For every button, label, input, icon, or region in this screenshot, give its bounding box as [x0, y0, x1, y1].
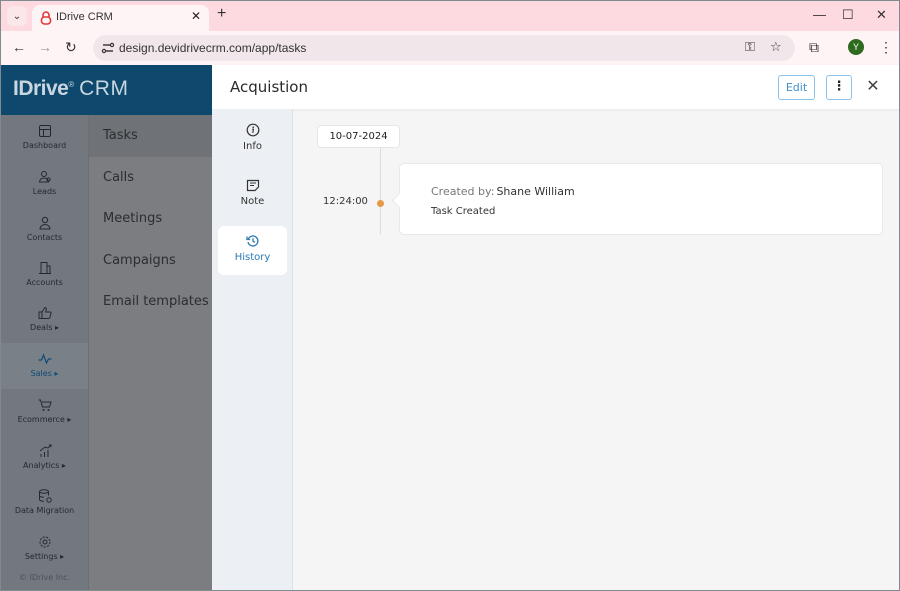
- browser-menu-icon[interactable]: ⋮: [879, 39, 893, 56]
- tab-label: Info: [243, 141, 262, 152]
- sales-subnav: Tasks Calls Meetings Campaigns Email tem…: [89, 115, 212, 590]
- edit-button[interactable]: Edit: [778, 75, 815, 100]
- close-panel-button[interactable]: ✕: [863, 74, 883, 98]
- nav-item-dashboard[interactable]: Dashboard: [1, 123, 88, 167]
- tab-label: Note: [240, 196, 265, 207]
- leads-icon: [38, 171, 51, 183]
- panel-header: Acquistion Edit ⋮ ✕: [212, 65, 899, 109]
- subnav-item-tasks[interactable]: Tasks: [89, 115, 212, 157]
- nav-item-ecommerce[interactable]: Ecommerce ▸: [1, 397, 88, 441]
- minimize-button[interactable]: —: [813, 7, 826, 22]
- password-key-icon[interactable]: ⚿: [745, 40, 755, 55]
- timeline-line: [380, 148, 381, 234]
- task-detail-panel: Acquistion Edit ⋮ ✕ Info Note History 10…: [212, 65, 899, 590]
- subnav-item-campaigns[interactable]: Campaigns: [89, 240, 212, 282]
- nav-label: Data Migration: [14, 506, 75, 515]
- maximize-button[interactable]: ☐: [842, 7, 854, 23]
- profile-initial: Y: [852, 42, 859, 52]
- browser-tab-bar: ⌄ IDrive CRM ✕ + — ☐ ✕: [1, 1, 899, 32]
- profile-avatar[interactable]: Y: [848, 39, 864, 55]
- created-by-label: Created by:: [431, 185, 495, 198]
- nav-label: Dashboard: [22, 141, 67, 150]
- sales-icon: [38, 353, 51, 365]
- subnav-item-email-templates[interactable]: Email templates: [89, 281, 212, 323]
- contacts-icon: [38, 216, 51, 230]
- timeline-dot: [377, 200, 384, 207]
- note-icon: [246, 179, 259, 192]
- address-bar[interactable]: design.devidrivecrm.com/app/tasks ⚿ ☆: [93, 35, 795, 61]
- more-vertical-icon: ⋮: [832, 79, 846, 94]
- event-description: Task Created: [431, 206, 496, 217]
- nav-item-settings[interactable]: Settings ▸: [1, 534, 88, 578]
- event-time: 12:24:00: [323, 196, 368, 207]
- url-text[interactable]: design.devidrivecrm.com/app/tasks: [119, 41, 306, 55]
- nav-label: Ecommerce ▸: [17, 415, 72, 424]
- created-by-name: Shane William: [496, 185, 575, 198]
- detail-side-tabs: Info Note History: [212, 109, 293, 590]
- brand-header: IDrive® CRM: [1, 65, 212, 115]
- nav-item-leads[interactable]: Leads: [1, 169, 88, 213]
- nav-label: Settings ▸: [24, 552, 65, 561]
- history-date: 10-07-2024: [317, 125, 400, 148]
- tab-search-button[interactable]: ⌄: [7, 6, 27, 26]
- tab-note[interactable]: Note: [218, 170, 287, 219]
- accounts-icon: [38, 262, 51, 274]
- history-timeline: 10-07-2024 12:24:00 Created by: Shane Wil…: [293, 109, 899, 590]
- idrive-crm-logo[interactable]: IDrive® CRM: [13, 77, 128, 101]
- event-created-by: Created by: Shane William: [431, 185, 575, 198]
- ecommerce-icon: [38, 399, 52, 411]
- subnav-item-calls[interactable]: Calls: [89, 157, 212, 199]
- browser-toolbar: ← → ↻ design.devidrivecrm.com/app/tasks …: [1, 31, 899, 65]
- nav-item-accounts[interactable]: Accounts: [1, 260, 88, 304]
- nav-item-data-migration[interactable]: Data Migration: [1, 488, 88, 532]
- crm-app: IDrive® CRM Dashboard Leads Contacts Acc…: [1, 65, 899, 590]
- logo-suffix: CRM: [79, 77, 129, 100]
- nav-label: Sales ▸: [30, 369, 59, 378]
- history-icon: [245, 235, 259, 247]
- data-migration-icon: [38, 489, 52, 503]
- chevron-down-icon: ⌄: [12, 10, 22, 22]
- tab-title: IDrive CRM: [56, 11, 113, 23]
- copyright-text: © IDrive Inc.: [18, 573, 71, 582]
- nav-item-sales[interactable]: Sales ▸: [1, 343, 88, 389]
- more-options-button[interactable]: ⋮: [826, 75, 852, 100]
- tab-label: History: [234, 252, 271, 263]
- nav-label: Leads: [32, 187, 57, 196]
- reload-button[interactable]: ↻: [65, 39, 77, 56]
- idrive-favicon-icon: [40, 11, 52, 25]
- main-nav-rail: Dashboard Leads Contacts Accounts Deals …: [1, 115, 89, 590]
- nav-label: Contacts: [26, 233, 63, 242]
- new-tab-button[interactable]: +: [217, 5, 226, 23]
- nav-label: Analytics ▸: [23, 461, 66, 470]
- deals-icon: [38, 306, 52, 319]
- tab-info[interactable]: Info: [218, 115, 287, 164]
- nav-label: Deals ▸: [30, 323, 59, 332]
- close-icon: ✕: [866, 76, 880, 95]
- history-event-card: Created by: Shane William Task Created: [399, 163, 883, 235]
- nav-item-analytics[interactable]: Analytics ▸: [1, 443, 88, 487]
- window-close-button[interactable]: ✕: [876, 7, 887, 23]
- dashboard-icon: [38, 125, 51, 137]
- extensions-icon[interactable]: ⧉: [809, 39, 819, 56]
- nav-item-contacts[interactable]: Contacts: [1, 215, 88, 259]
- bookmark-star-icon[interactable]: ☆: [770, 40, 782, 55]
- logo-registered: ®: [68, 80, 74, 89]
- info-icon: [246, 123, 259, 137]
- tab-close-icon[interactable]: ✕: [191, 9, 201, 23]
- site-info-icon[interactable]: [101, 41, 115, 55]
- task-title: Acquistion: [230, 78, 308, 96]
- back-button[interactable]: ←: [12, 39, 26, 55]
- browser-tab[interactable]: IDrive CRM ✕: [32, 5, 209, 32]
- logo-brand: IDrive: [13, 77, 69, 100]
- tab-history[interactable]: History: [218, 226, 287, 275]
- nav-label: Accounts: [26, 278, 63, 287]
- analytics-icon: [39, 444, 51, 457]
- settings-icon: [39, 536, 50, 548]
- forward-button[interactable]: →: [38, 39, 52, 55]
- subnav-item-meetings[interactable]: Meetings: [89, 198, 212, 240]
